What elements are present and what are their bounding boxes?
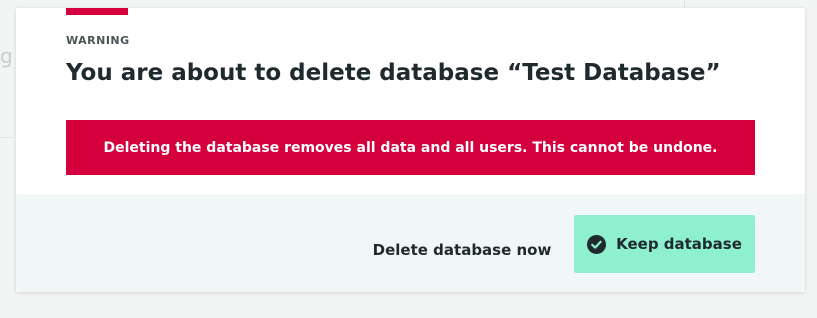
- danger-alert-message: Deleting the database removes all data a…: [103, 139, 718, 156]
- background-text: g: [0, 44, 13, 68]
- background-vertical-line: [684, 0, 685, 8]
- keep-database-button-label: Keep database: [616, 235, 742, 253]
- delete-database-dialog: WARNING You are about to delete database…: [16, 8, 805, 292]
- background-divider: [0, 0, 14, 138]
- dialog-footer: Delete database now Keep database: [16, 194, 805, 292]
- dialog-eyebrow: WARNING: [66, 34, 130, 47]
- keep-database-button[interactable]: Keep database: [574, 215, 755, 273]
- danger-alert: Deleting the database removes all data a…: [66, 120, 755, 175]
- delete-database-button[interactable]: Delete database now: [364, 221, 560, 279]
- dialog-title: You are about to delete database “Test D…: [66, 60, 721, 86]
- check-circle-icon: [587, 234, 607, 254]
- warning-accent-bar: [66, 8, 128, 15]
- delete-database-button-label: Delete database now: [372, 241, 552, 259]
